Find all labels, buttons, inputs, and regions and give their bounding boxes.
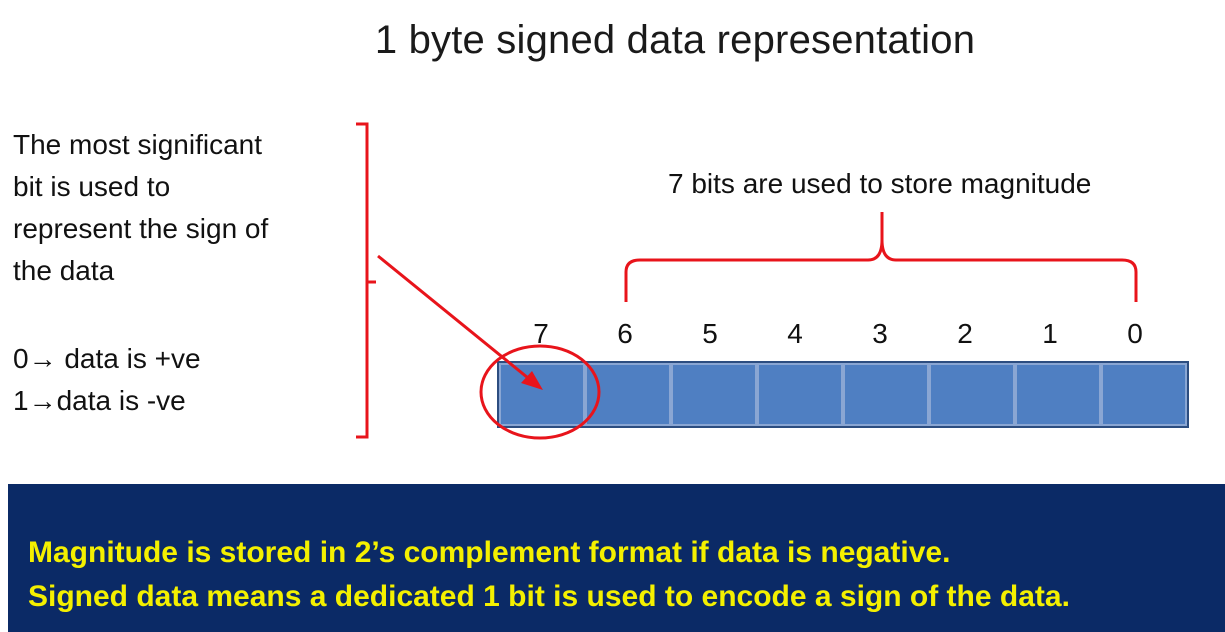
banner-line-1: Magnitude is stored in 2’s complement fo…: [28, 536, 951, 569]
msb-highlight-circle: [479, 344, 601, 440]
pointer-arrow: [377, 254, 534, 384]
banner-line-2: Signed data means a dedicated 1 bit is u…: [28, 580, 1070, 613]
summary-banner: Magnitude is stored in 2’s complement fo…: [8, 484, 1225, 632]
left-bracket: [356, 122, 376, 439]
magnitude-brace: [624, 212, 1138, 302]
